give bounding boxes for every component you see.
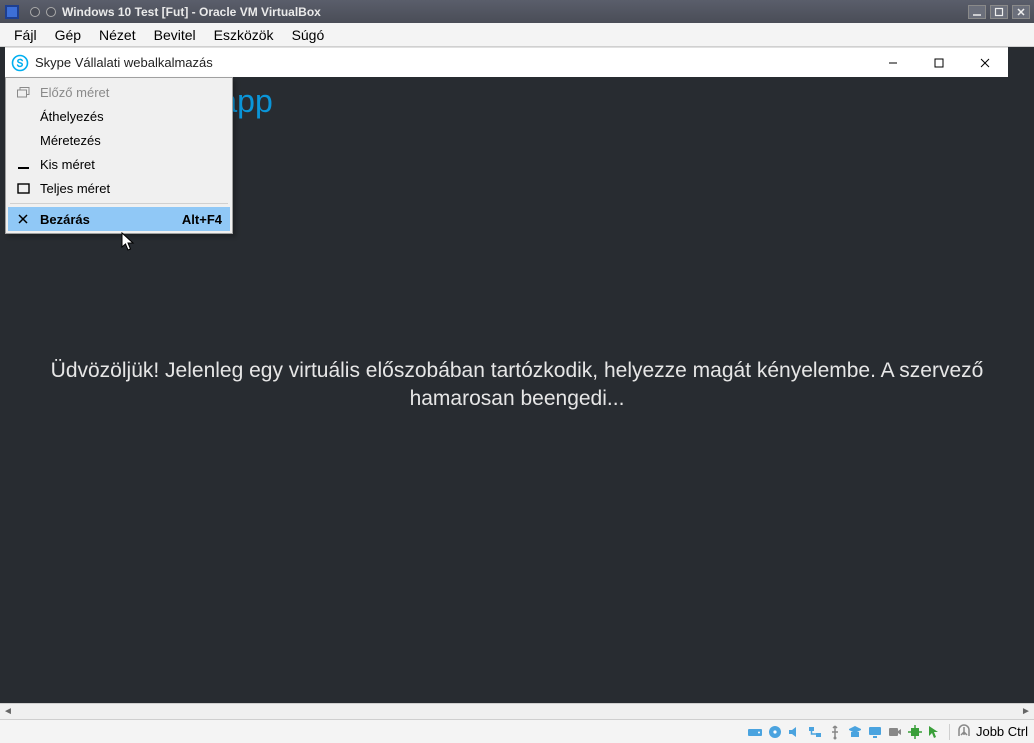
skype-icon — [11, 54, 29, 72]
sysmenu-maximize[interactable]: Teljes méret — [8, 176, 230, 200]
vb-close-button[interactable] — [1012, 5, 1030, 19]
vb-menu-input[interactable]: Bevitel — [146, 25, 204, 45]
scroll-right-arrow-icon[interactable]: ► — [1018, 704, 1034, 720]
vb-title: Windows 10 Test [Fut] - Oracle VM Virtua… — [62, 5, 968, 19]
vb-menubar: Fájl Gép Nézet Bevitel Eszközök Súgó — [0, 23, 1034, 47]
shared-icon[interactable] — [847, 724, 863, 740]
sysmenu-restore: Előző méret — [8, 80, 230, 104]
virtualbox-icon — [4, 4, 20, 20]
vb-menu-file[interactable]: Fájl — [6, 25, 45, 45]
rec-icon[interactable] — [887, 724, 903, 740]
close-icon — [12, 213, 34, 225]
skype-lobby-message: Üdvözöljük! Jelenleg egy virtuális elősz… — [0, 357, 1034, 414]
cpu-icon[interactable] — [907, 724, 923, 740]
vb-menu-help[interactable]: Súgó — [284, 25, 333, 45]
vb-titlebar: Windows 10 Test [Fut] - Oracle VM Virtua… — [0, 0, 1034, 23]
system-menu: Előző méret Áthelyezés Méretezés Kis mér… — [5, 77, 233, 234]
mouse-capture-icon[interactable] — [927, 724, 943, 740]
minimize-icon — [12, 159, 34, 170]
vb-menu-tools[interactable]: Eszközök — [206, 25, 282, 45]
horizontal-scrollbar[interactable]: ◄ ► — [0, 703, 1034, 719]
skype-minimize-button[interactable] — [870, 48, 916, 78]
vb-menu-machine[interactable]: Gép — [47, 25, 89, 45]
virtualbox-window: Windows 10 Test [Fut] - Oracle VM Virtua… — [0, 0, 1034, 743]
vb-guest-display[interactable]: etek app Üdvözöljük! Jelenleg egy virtuá… — [0, 47, 1034, 719]
vb-menu-view[interactable]: Nézet — [91, 25, 144, 45]
skype-window-title: Skype Vállalati webalkalmazás — [35, 55, 870, 70]
sysmenu-close[interactable]: Bezárás Alt+F4 — [8, 207, 230, 231]
sysmenu-minimize[interactable]: Kis méret — [8, 152, 230, 176]
audio-icon[interactable] — [787, 724, 803, 740]
usb-icon[interactable] — [827, 724, 843, 740]
sysmenu-separator — [10, 203, 228, 204]
restore-icon — [12, 87, 34, 98]
net-icon[interactable] — [807, 724, 823, 740]
maximize-icon — [12, 183, 34, 194]
keyboard-led-icon[interactable] — [956, 724, 972, 740]
hd-icon[interactable] — [747, 724, 763, 740]
vb-title-dot-icon[interactable] — [46, 7, 56, 17]
sysmenu-move[interactable]: Áthelyezés — [8, 104, 230, 128]
vb-title-pin-icon[interactable] — [30, 7, 40, 17]
scroll-left-arrow-icon[interactable]: ◄ — [0, 704, 16, 720]
sysmenu-size[interactable]: Méretezés — [8, 128, 230, 152]
vb-statusbar: Jobb Ctrl — [0, 719, 1034, 743]
cd-icon[interactable] — [767, 724, 783, 740]
scroll-track[interactable] — [16, 704, 1018, 720]
skype-maximize-button[interactable] — [916, 48, 962, 78]
vb-maximize-button[interactable] — [990, 5, 1008, 19]
display-icon[interactable] — [867, 724, 883, 740]
skype-close-button[interactable] — [962, 48, 1008, 78]
host-key-label: Jobb Ctrl — [976, 724, 1028, 739]
vb-minimize-button[interactable] — [968, 5, 986, 19]
skype-titlebar[interactable]: Skype Vállalati webalkalmazás — [5, 47, 1008, 77]
